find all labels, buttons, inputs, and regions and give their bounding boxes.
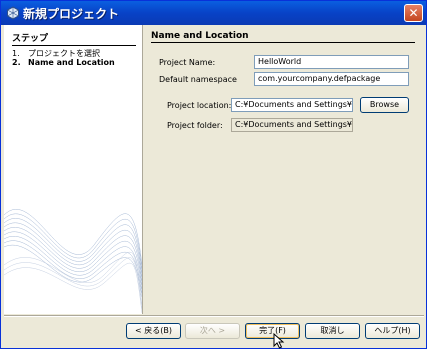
default-namespace-label: Default namespace	[159, 75, 237, 84]
netbeans-icon	[6, 5, 20, 20]
name-location-panel: Name and Location Project Name: HelloWor…	[145, 25, 424, 314]
footer-divider	[4, 315, 424, 317]
dialog-content: ステップ 1. プロジェクトを選択 2. Name and Location N…	[4, 25, 424, 315]
mouse-cursor-icon	[273, 333, 285, 349]
project-folder-field: C:¥Documents and Settings¥naot	[231, 118, 353, 132]
step-label: Name and Location	[28, 58, 115, 67]
project-folder-label: Project folder:	[167, 121, 223, 130]
step-item-name-location: 2. Name and Location	[12, 58, 115, 67]
cancel-button[interactable]: 取消し	[305, 323, 360, 339]
window-title: 新規プロジェクト	[23, 7, 120, 21]
close-icon: ✕	[408, 6, 419, 20]
steps-panel: ステップ 1. プロジェクトを選択 2. Name and Location	[4, 25, 143, 314]
default-namespace-field[interactable]: com.yourcompany.defpackage	[254, 72, 409, 86]
next-button[interactable]: 次へ >	[185, 323, 240, 339]
browse-button[interactable]: Browse	[360, 97, 409, 113]
help-button[interactable]: ヘルプ(H)	[365, 323, 420, 339]
project-name-field[interactable]: HelloWorld	[254, 55, 409, 69]
close-button[interactable]: ✕	[404, 4, 423, 22]
new-project-dialog: 新規プロジェクト ✕ ステップ 1. プロジェクトを選択 2. Name and L…	[0, 0, 427, 349]
title-bar[interactable]: 新規プロジェクト ✕	[1, 1, 426, 25]
step-label: プロジェクトを選択	[28, 49, 100, 58]
steps-heading: ステップ	[12, 31, 136, 46]
project-location-label: Project location:	[167, 101, 232, 110]
step-number: 1.	[12, 49, 20, 58]
step-number: 2.	[12, 58, 21, 67]
project-name-label: Project Name:	[159, 58, 216, 67]
section-heading: Name and Location	[151, 31, 415, 43]
project-location-field[interactable]: C:¥Documents and Settings¥naot	[231, 98, 353, 112]
back-button[interactable]: < 戻る(B)	[126, 323, 181, 339]
decorative-wave-graphic	[4, 209, 142, 314]
